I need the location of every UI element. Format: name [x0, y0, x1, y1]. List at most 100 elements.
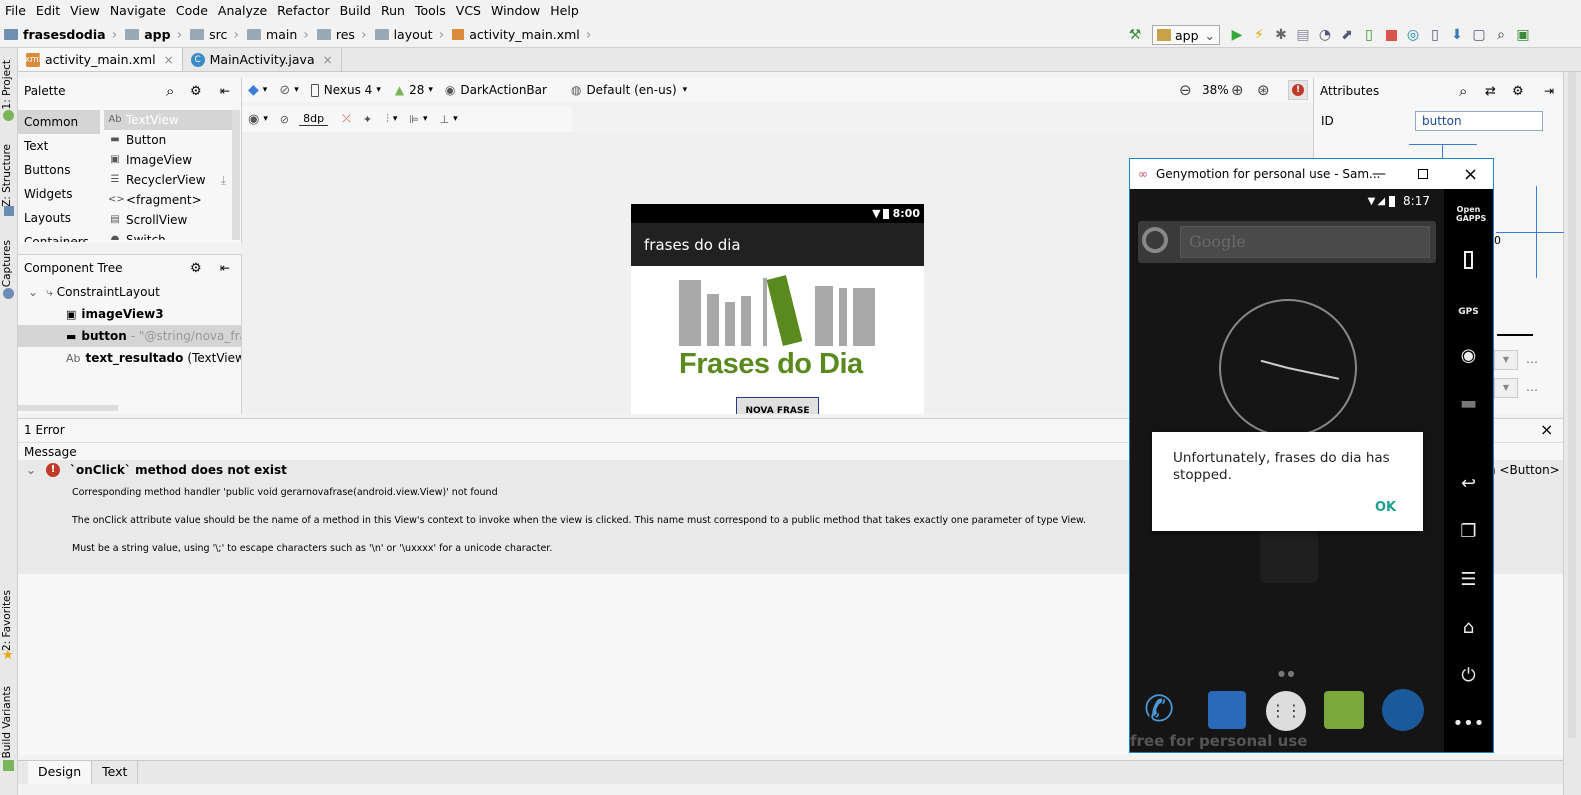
- phone-app-icon[interactable]: ✆: [1144, 689, 1174, 730]
- palette-item-textview[interactable]: Ab TextView: [104, 110, 234, 130]
- infer-constraints-icon[interactable]: ✦: [363, 113, 372, 126]
- avd-manager-icon[interactable]: ▯: [1424, 24, 1446, 46]
- recent-apps-icon[interactable]: ❐: [1444, 521, 1493, 542]
- more-options-icon[interactable]: •••: [1444, 713, 1493, 734]
- search-icon[interactable]: ⌕: [1490, 24, 1512, 46]
- error-indicator-icon[interactable]: !: [1288, 80, 1308, 100]
- menu-button-icon[interactable]: ☰: [1444, 569, 1493, 590]
- menu-view[interactable]: View: [65, 0, 105, 22]
- home-button-icon[interactable]: ⌂: [1444, 617, 1493, 638]
- search-icon[interactable]: ⌕: [1459, 82, 1467, 100]
- emulator-screen[interactable]: ▼ ◢ 8:17 Google ● ● ✆ ⋮⋮ free for person…: [1130, 189, 1444, 752]
- browser-app-icon[interactable]: [1382, 689, 1424, 731]
- sdk-manager-icon[interactable]: ⬇: [1446, 24, 1468, 46]
- more-icon[interactable]: …: [1526, 380, 1538, 394]
- breadcrumb-file[interactable]: activity_main.xml ›: [448, 27, 595, 43]
- palette-category-layouts[interactable]: Layouts: [18, 206, 100, 230]
- menu-help[interactable]: Help: [545, 0, 584, 22]
- zoom-in-icon[interactable]: ⊕: [1231, 81, 1244, 99]
- menu-navigate[interactable]: Navigate: [105, 0, 171, 22]
- chevron-down-icon[interactable]: ⌄: [28, 285, 38, 299]
- horizontal-scrollbar[interactable]: [18, 405, 118, 411]
- menu-tools[interactable]: Tools: [410, 0, 451, 22]
- orientation-icon[interactable]: ⊘: [279, 83, 290, 98]
- project-tool-tab[interactable]: 1: Project: [1, 60, 13, 109]
- crash-dialog-ok-button[interactable]: OK: [1375, 500, 1396, 515]
- profile-icon[interactable]: ◔: [1314, 24, 1336, 46]
- tab-activity-main-xml[interactable]: xml activity_main.xml ×: [18, 48, 183, 71]
- debug-icon[interactable]: ✱: [1270, 24, 1292, 46]
- menu-analyze[interactable]: Analyze: [213, 0, 272, 22]
- back-button-icon[interactable]: ↩: [1444, 473, 1493, 494]
- default-margin[interactable]: 8dp: [299, 112, 329, 126]
- contacts-app-icon[interactable]: [1208, 691, 1246, 729]
- google-search-field[interactable]: Google: [1180, 226, 1430, 258]
- preview-logo-image[interactable]: Frases do Dia: [679, 275, 875, 388]
- maximize-icon[interactable]: [1418, 169, 1428, 179]
- close-icon[interactable]: ×: [164, 53, 174, 67]
- palette-item-imageview[interactable]: ▣ ImageView: [104, 150, 234, 170]
- api-level-select[interactable]: 28: [409, 83, 424, 97]
- hide-panel-icon[interactable]: ⇥: [1544, 84, 1554, 98]
- breadcrumb-res[interactable]: res ›: [313, 27, 371, 43]
- captures-tool-tab[interactable]: Captures: [1, 240, 13, 287]
- align-icon[interactable]: ⊫: [409, 113, 419, 126]
- palette-item-button[interactable]: ▬ Button: [104, 130, 234, 150]
- google-search-widget[interactable]: Google: [1138, 221, 1436, 263]
- more-icon[interactable]: …: [1526, 352, 1538, 366]
- theme-select[interactable]: DarkActionBar: [460, 83, 547, 97]
- zoom-fit-icon[interactable]: ⊛: [1257, 81, 1270, 99]
- breadcrumb-main[interactable]: main ›: [243, 27, 313, 43]
- menu-run[interactable]: Run: [376, 0, 410, 22]
- breadcrumb-project[interactable]: frasesdodia ›: [0, 27, 121, 43]
- analog-clock-widget[interactable]: [1219, 299, 1357, 437]
- build-variants-tool-tab[interactable]: Build Variants: [1, 686, 13, 758]
- battery-widget-icon[interactable]: [1444, 251, 1493, 274]
- android-icon[interactable]: ▣: [1512, 24, 1534, 46]
- device-preview[interactable]: ▼ 8:00 frases do dia Frases do Dia NOVA …: [631, 204, 924, 414]
- chevron-down-icon[interactable]: ⌄: [26, 463, 36, 477]
- attr-dropdown-1[interactable]: ▼: [1494, 350, 1518, 370]
- search-icon[interactable]: ⌕: [166, 82, 174, 100]
- attach-process-icon[interactable]: ▯: [1358, 24, 1380, 46]
- hide-panel-icon[interactable]: ⇤: [220, 261, 230, 275]
- eye-icon[interactable]: ◉: [248, 112, 259, 127]
- palette-item-scrollview[interactable]: ▤ ScrollView: [104, 210, 234, 230]
- autoconnect-icon[interactable]: ⊘: [280, 113, 289, 126]
- capture-widget-icon[interactable]: ▬: [1444, 393, 1493, 414]
- tab-mainactivity-java[interactable]: C MainActivity.java ×: [183, 48, 342, 71]
- pack-icon[interactable]: ⊥: [440, 113, 450, 126]
- gear-icon[interactable]: ⚙: [1512, 84, 1524, 99]
- scrollbar[interactable]: [1568, 48, 1576, 738]
- close-icon[interactable]: ×: [1463, 164, 1478, 185]
- close-icon[interactable]: ×: [323, 53, 333, 67]
- attr-dropdown-2[interactable]: ▼: [1494, 378, 1518, 398]
- webcam-widget-icon[interactable]: ◉: [1444, 345, 1493, 366]
- palette-item-recyclerview[interactable]: ☰ RecyclerView ⤓: [104, 170, 234, 190]
- stop-icon[interactable]: [1380, 24, 1402, 46]
- hide-panel-icon[interactable]: ⇤: [220, 84, 230, 98]
- preview-nova-frase-button[interactable]: NOVA FRASE: [736, 397, 819, 414]
- gps-widget-icon[interactable]: GPS: [1444, 307, 1493, 317]
- menu-file[interactable]: File: [0, 0, 31, 22]
- sync-gradle-icon[interactable]: ◎: [1402, 24, 1424, 46]
- run-icon[interactable]: ▶: [1226, 24, 1248, 46]
- palette-item-fragment[interactable]: <> <fragment>: [104, 190, 234, 210]
- locale-select[interactable]: Default (en-us): [586, 83, 676, 97]
- clear-constraints-icon[interactable]: ⤫: [342, 112, 351, 126]
- menu-vcs[interactable]: VCS: [451, 0, 486, 22]
- tab-text[interactable]: Text: [92, 761, 139, 784]
- coverage-icon[interactable]: ▤: [1292, 24, 1314, 46]
- run-config-select[interactable]: app ⌄: [1152, 25, 1220, 45]
- palette-category-common[interactable]: Common: [18, 110, 100, 134]
- margin-value[interactable]: 0: [1494, 234, 1501, 247]
- menu-code[interactable]: Code: [171, 0, 213, 22]
- power-button-icon[interactable]: ⏻: [1444, 665, 1493, 686]
- menu-edit[interactable]: Edit: [31, 0, 65, 22]
- gear-icon[interactable]: ⚙: [190, 84, 202, 99]
- app-drawer-icon[interactable]: ⋮⋮: [1266, 691, 1306, 731]
- attach-debugger-icon[interactable]: ⬈: [1336, 24, 1358, 46]
- menu-build[interactable]: Build: [335, 0, 376, 22]
- opengapps-icon[interactable]: Open GAPPS: [1444, 205, 1493, 223]
- structure-tool-tab[interactable]: Z: Structure: [1, 144, 13, 207]
